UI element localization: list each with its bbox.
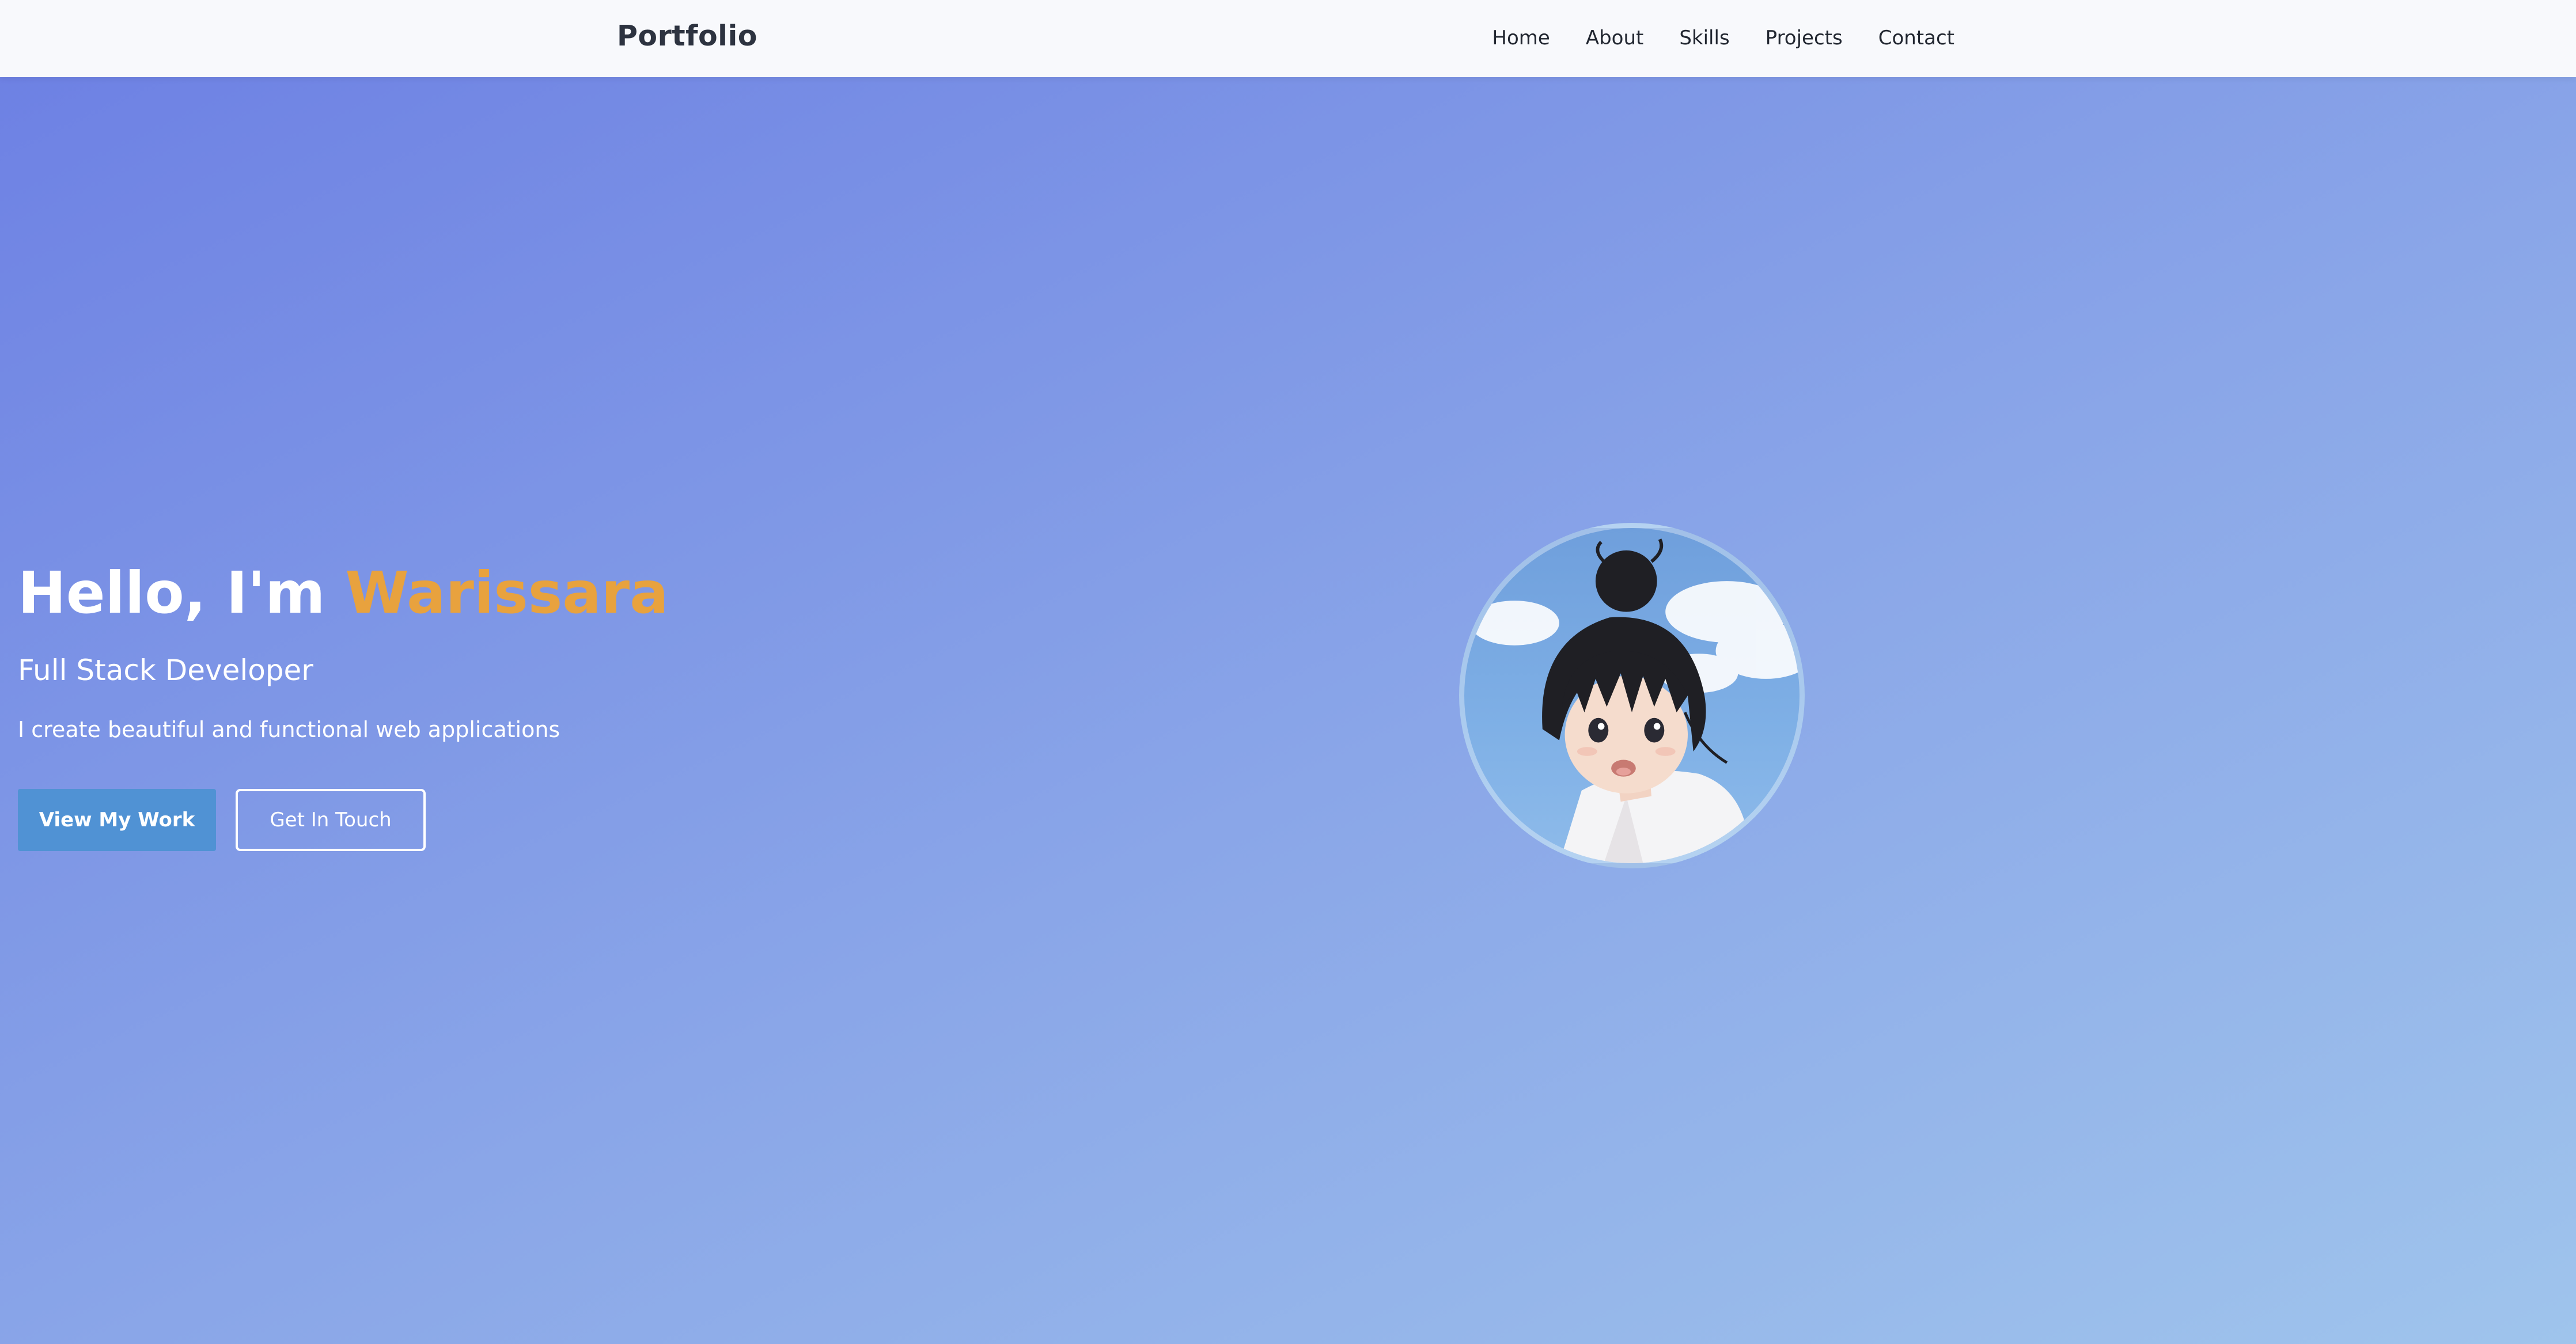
- anime-girl-portrait-icon: [1469, 538, 1800, 863]
- hero-section: Hello, I'm Warissara Full Stack Develope…: [18, 553, 1112, 851]
- get-in-touch-button[interactable]: Get In Touch: [236, 789, 426, 851]
- hero-buttons: View My Work Get In Touch: [18, 789, 426, 851]
- hero-subtitle: Full Stack Developer: [18, 654, 313, 687]
- brand-logo[interactable]: Portfolio: [617, 16, 757, 56]
- hero-greeting: Hello, I'm: [18, 559, 346, 627]
- hero-title: Hello, I'm Warissara: [18, 553, 1112, 633]
- nav-link-projects[interactable]: Projects: [1766, 26, 1843, 50]
- nav-links: Home About Skills Projects Contact: [1492, 21, 1954, 55]
- nav-link-about[interactable]: About: [1586, 26, 1644, 50]
- view-my-work-button[interactable]: View My Work: [18, 789, 216, 851]
- hero-description: I create beautiful and functional web ap…: [18, 717, 560, 742]
- nav-link-contact[interactable]: Contact: [1878, 26, 1954, 50]
- nav-link-home[interactable]: Home: [1492, 26, 1550, 50]
- nav-link-skills[interactable]: Skills: [1679, 26, 1729, 50]
- navbar: Portfolio Home About Skills Projects Con…: [0, 0, 2576, 77]
- hero-name: Warissara: [345, 559, 669, 627]
- profile-avatar: [1459, 523, 1805, 868]
